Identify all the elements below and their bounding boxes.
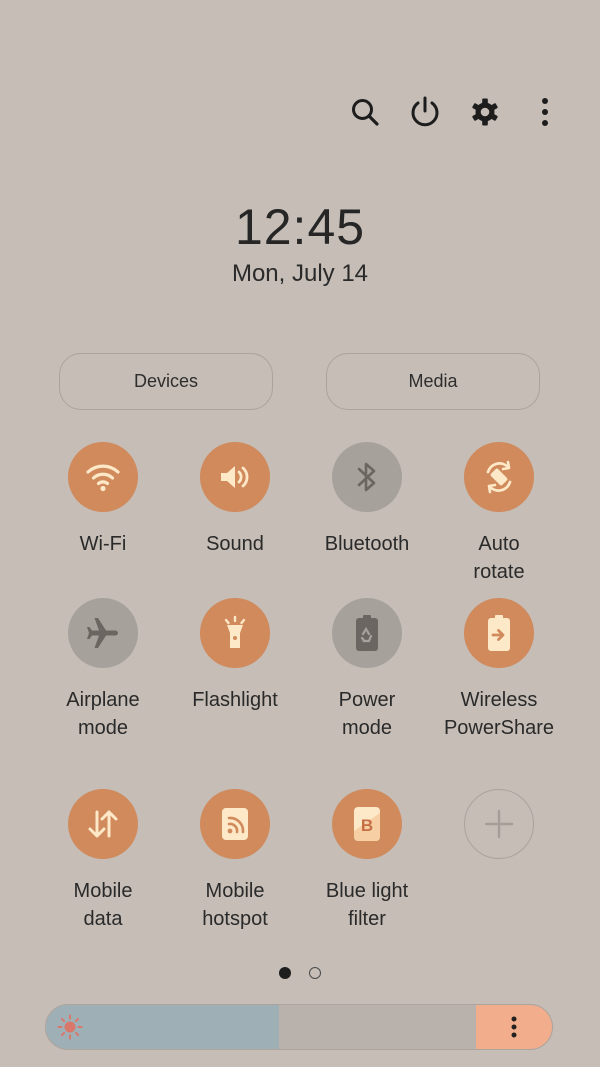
bluetooth-icon	[357, 462, 376, 492]
tile-flashlight-label: Flashlight	[192, 689, 278, 711]
tile-wifi-label: Wi-Fi	[79, 533, 127, 555]
settings-button[interactable]	[468, 92, 502, 132]
clock-time: 12:45	[234, 199, 366, 255]
tile-wifi-toggle[interactable]	[68, 442, 138, 512]
devices-button[interactable]: Devices	[59, 353, 273, 410]
tile-auto-rotate-toggle[interactable]	[464, 442, 534, 512]
more-vert-icon	[511, 1016, 517, 1038]
tile-mobile-data[interactable]: Mobile data	[37, 789, 169, 933]
tile-blue-light-filter-toggle[interactable]: B	[332, 789, 402, 859]
tile-mobile-hotspot-toggle[interactable]	[200, 789, 270, 859]
search-icon	[352, 99, 379, 126]
add-tile-button[interactable]	[464, 789, 534, 859]
tile-flashlight[interactable]: Flashlight	[169, 598, 301, 714]
tile-wireless-powershare[interactable]: Wireless PowerShare	[433, 598, 565, 742]
hotspot-icon	[222, 808, 248, 840]
tile-auto-rotate-label: Auto rotate	[473, 533, 525, 583]
page-dot-2[interactable]	[309, 967, 321, 979]
tile-auto-rotate[interactable]: Auto rotate	[433, 442, 565, 586]
tile-mobile-data-label: Mobile data	[73, 880, 133, 930]
battery-recycle-icon	[356, 615, 378, 651]
tile-sound-label: Sound	[206, 533, 264, 555]
blue-light-filter-icon: B	[354, 807, 380, 841]
tile-blue-light-filter-label: Blue light filter	[325, 880, 409, 930]
tile-wireless-powershare-label: Wireless PowerShare	[443, 689, 555, 739]
tile-bluetooth-toggle[interactable]	[332, 442, 402, 512]
add-icon	[484, 809, 514, 839]
power-button[interactable]	[408, 92, 442, 132]
svg-text:B: B	[361, 816, 373, 835]
speaker-icon	[221, 466, 249, 488]
flashlight-icon	[224, 615, 246, 648]
airplane-icon	[87, 618, 118, 648]
tile-power-mode-toggle[interactable]	[332, 598, 402, 668]
tile-mobile-data-toggle[interactable]	[68, 789, 138, 859]
tile-bluetooth[interactable]: Bluetooth	[301, 442, 433, 558]
brightness-more-button[interactable]	[476, 1005, 552, 1049]
search-button[interactable]	[348, 92, 382, 132]
tile-sound-toggle[interactable]	[200, 442, 270, 512]
tile-add[interactable]	[433, 789, 565, 859]
tile-wifi[interactable]: Wi-Fi	[37, 442, 169, 558]
tile-wireless-powershare-toggle[interactable]	[464, 598, 534, 668]
page-indicator	[0, 967, 600, 979]
settings-icon	[472, 98, 498, 126]
tile-flashlight-toggle[interactable]	[200, 598, 270, 668]
media-button[interactable]: Media	[326, 353, 540, 410]
tile-mobile-hotspot-label: Mobile hotspot	[202, 880, 268, 930]
tile-airplane-mode-toggle[interactable]	[68, 598, 138, 668]
more-options-button[interactable]	[528, 92, 562, 132]
top-action-bar	[348, 92, 562, 132]
tile-airplane-mode[interactable]: Airplane mode	[37, 598, 169, 742]
tile-bluetooth-label: Bluetooth	[324, 533, 410, 555]
tile-airplane-mode-label: Airplane mode	[66, 689, 140, 739]
page-dot-1[interactable]	[279, 967, 291, 979]
up-down-arrows-icon	[88, 810, 118, 838]
powershare-icon	[488, 615, 510, 651]
more-vert-icon	[542, 98, 548, 126]
brightness-slider[interactable]	[45, 1004, 553, 1050]
auto-rotate-icon	[486, 460, 512, 494]
tile-blue-light-filter[interactable]: B Blue light filter	[301, 789, 433, 933]
wifi-icon	[86, 464, 120, 492]
power-icon	[411, 96, 439, 127]
tile-power-mode[interactable]: Power mode	[301, 598, 433, 742]
tile-sound[interactable]: Sound	[169, 442, 301, 558]
tile-mobile-hotspot[interactable]: Mobile hotspot	[169, 789, 301, 933]
brightness-sun-icon	[57, 1014, 83, 1040]
clock-date: Mon, July 14	[231, 260, 369, 287]
tile-power-mode-label: Power mode	[338, 689, 396, 739]
